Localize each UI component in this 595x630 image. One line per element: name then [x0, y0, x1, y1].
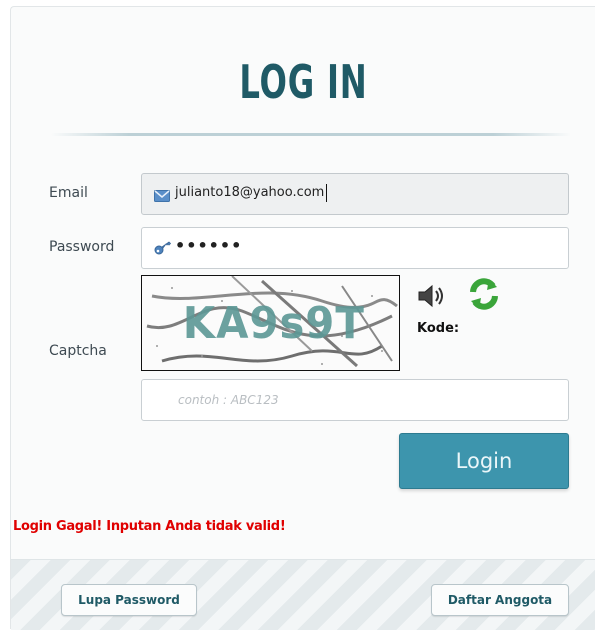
kode-label: Kode: — [417, 321, 460, 336]
email-value: julianto18@yahoo.com — [175, 185, 325, 200]
error-message: Login Gagal! Inputan Anda tidak valid! — [13, 519, 286, 534]
password-field[interactable]: •••••• — [141, 227, 569, 269]
envelope-icon — [154, 187, 170, 206]
captcha-code-placeholder: contoh : ABC123 — [178, 393, 279, 407]
title-divider — [51, 133, 571, 136]
captcha-text: KA9s9T — [182, 298, 365, 349]
login-button[interactable]: Login — [399, 433, 569, 489]
footer-bar: Lupa Password Daftar Anggota — [11, 559, 595, 630]
captcha-label: Captcha — [49, 343, 107, 359]
forgot-password-button[interactable]: Lupa Password — [61, 584, 197, 616]
email-label: Email — [49, 185, 88, 201]
text-caret — [326, 184, 327, 202]
refresh-icon[interactable] — [467, 277, 501, 315]
key-icon — [154, 240, 172, 260]
password-value: •••••• — [175, 236, 243, 255]
page-title: LOG IN — [239, 55, 368, 109]
captcha-image: KA9s9T — [141, 275, 400, 371]
email-field[interactable]: julianto18@yahoo.com — [141, 173, 569, 215]
login-panel: LOG IN Email julianto18@yahoo.com Passwo… — [10, 6, 595, 630]
password-label: Password — [49, 239, 115, 255]
captcha-code-input[interactable]: contoh : ABC123 — [141, 379, 569, 421]
speaker-icon[interactable] — [417, 283, 449, 313]
register-button[interactable]: Daftar Anggota — [431, 584, 569, 616]
